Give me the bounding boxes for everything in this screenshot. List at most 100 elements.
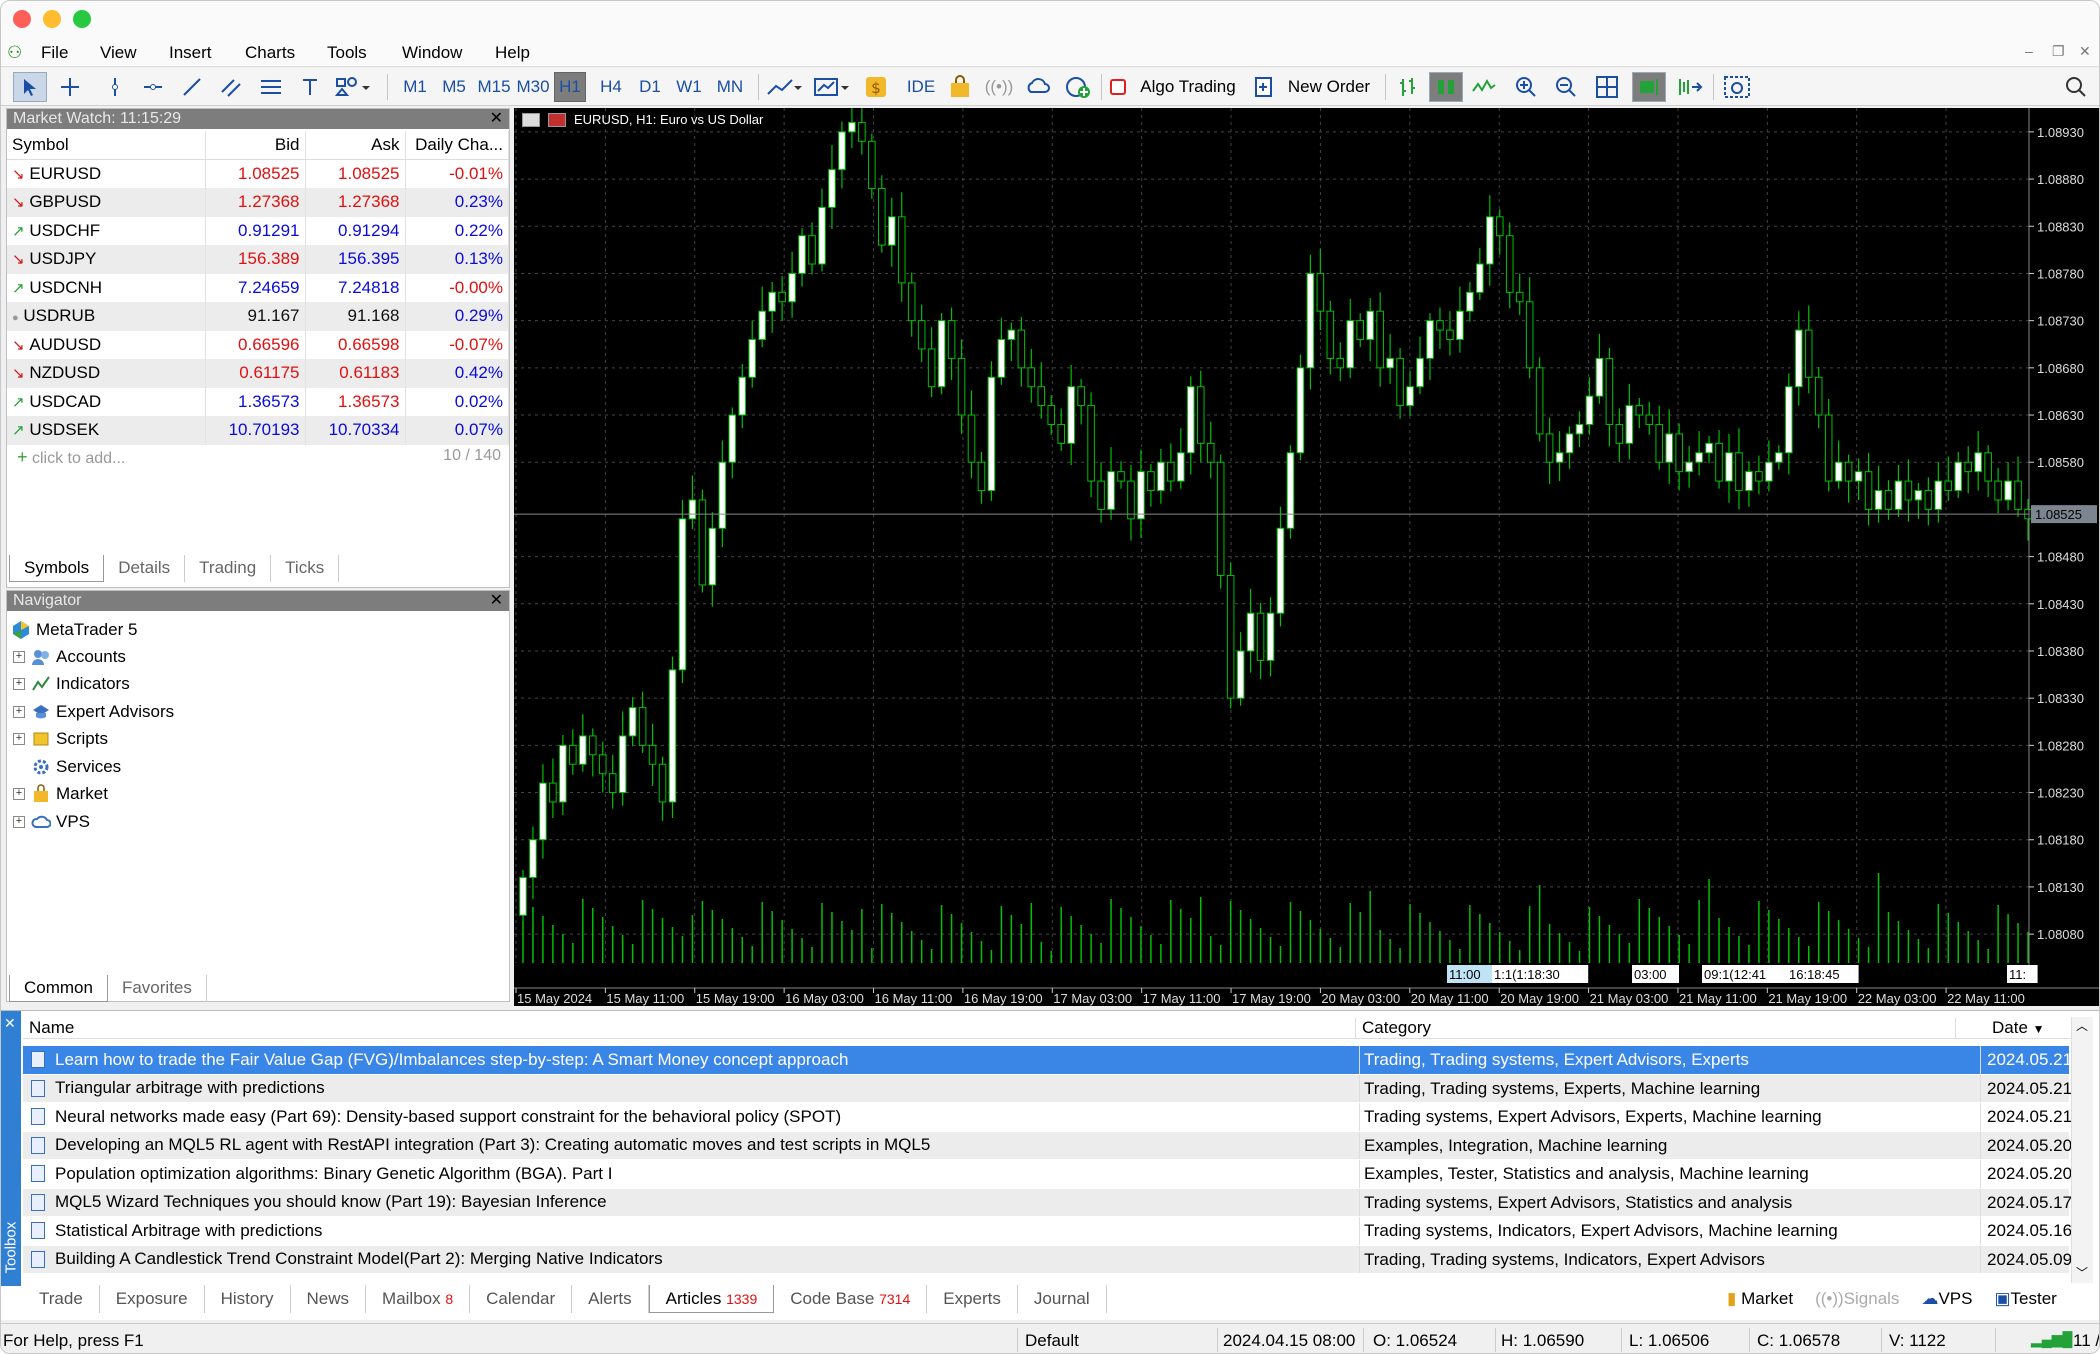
add-globe-icon[interactable] xyxy=(1063,72,1093,102)
price-chart[interactable]: 1.08930 1.08880 1.08830 1.08780 1.08730 1.086… xyxy=(514,100,2100,1006)
indicators-menu-icon[interactable] xyxy=(811,72,853,102)
algo-trading-stop-icon[interactable] xyxy=(1109,72,1127,102)
col-name[interactable]: Name xyxy=(29,1018,74,1038)
nav-item-accounts[interactable]: + Accounts xyxy=(13,643,126,670)
nav-item-expert-advisors[interactable]: + Expert Advisors xyxy=(13,698,174,725)
tab-trade[interactable]: Trade xyxy=(23,1285,100,1313)
article-row[interactable]: Learn how to trade the Fair Value Gap (F… xyxy=(23,1046,2071,1075)
close-icon[interactable]: ✕ xyxy=(490,591,503,611)
market-watch-row[interactable]: ↘ AUDUSD 0.66596 0.66598 -0.07% xyxy=(7,330,509,359)
tf-h1[interactable]: H1 xyxy=(554,72,586,102)
market-watch-row[interactable]: ↘ USDJPY 156.389 156.395 0.13% xyxy=(7,245,509,274)
article-row[interactable]: Population optimization algorithms: Bina… xyxy=(23,1160,2071,1189)
maximize-window-button[interactable] xyxy=(73,10,91,28)
col-daily-change[interactable]: Daily Cha... xyxy=(405,131,509,160)
chart-shift-icon[interactable] xyxy=(1673,72,1705,102)
article-row[interactable]: MQL5 Wizard Techniques you should know (… xyxy=(23,1188,2071,1217)
menu-window[interactable]: Window xyxy=(402,43,462,63)
menu-view[interactable]: View xyxy=(100,43,137,63)
vps-cloud-icon[interactable] xyxy=(1023,72,1053,102)
new-order-button[interactable]: New Order xyxy=(1281,72,1377,102)
expand-icon[interactable]: + xyxy=(13,733,25,745)
shapes-icon[interactable] xyxy=(333,72,375,102)
tab-common[interactable]: Common xyxy=(9,975,108,1002)
market-bag-icon[interactable] xyxy=(945,72,975,102)
articles-scrollbar[interactable]: ︿ ﹀ xyxy=(2071,1017,2093,1283)
tf-h4[interactable]: H4 xyxy=(594,72,628,102)
candlestick-icon[interactable] xyxy=(1429,72,1463,102)
nav-item-services[interactable]: Services xyxy=(13,753,121,780)
tab-details[interactable]: Details xyxy=(104,555,186,582)
new-order-icon[interactable] xyxy=(1253,72,1275,102)
close-icon[interactable]: ✕ xyxy=(2079,43,2091,60)
minimize-window-button[interactable] xyxy=(43,10,61,28)
tab-exposure[interactable]: Exposure xyxy=(100,1285,205,1313)
tab-code-base[interactable]: Code Base 7314 xyxy=(774,1285,928,1313)
tab-symbols[interactable]: Symbols xyxy=(9,555,105,582)
text-tool-icon[interactable] xyxy=(295,72,325,102)
expand-icon[interactable]: + xyxy=(13,678,25,690)
market-watch-row[interactable]: ↘ EURUSD 1.08525 1.08525 -0.01% xyxy=(7,159,509,188)
market-watch-row[interactable]: ↗ USDCHF 0.91291 0.91294 0.22% xyxy=(7,216,509,245)
tab-journal[interactable]: Journal xyxy=(1018,1285,1107,1313)
menu-charts[interactable]: Charts xyxy=(245,43,295,63)
nav-item-vps[interactable]: + VPS xyxy=(13,808,90,835)
horizontal-line-icon[interactable] xyxy=(138,72,168,102)
scroll-down-icon[interactable]: ﹀ xyxy=(2076,1264,2088,1281)
vertical-line-icon[interactable] xyxy=(100,72,130,102)
close-icon[interactable]: ✕ xyxy=(490,109,503,129)
expand-icon[interactable]: + xyxy=(13,788,25,800)
market-link[interactable]: ▮ Market xyxy=(1727,1289,1793,1309)
col-date[interactable]: Date ▼ xyxy=(1955,1018,2071,1038)
search-icon[interactable] xyxy=(2061,72,2091,102)
menu-file[interactable]: File xyxy=(41,43,68,63)
market-watch-row[interactable]: ● USDRUB 91.167 91.168 0.29% xyxy=(7,302,509,331)
col-bid[interactable]: Bid xyxy=(205,131,306,160)
minimize-icon[interactable]: – xyxy=(2025,43,2033,59)
chart-window[interactable]: 1.08930 1.08880 1.08830 1.08780 1.08730 1.086… xyxy=(514,100,2100,1006)
tile-windows-icon[interactable] xyxy=(1592,72,1622,102)
tab-experts[interactable]: Experts xyxy=(927,1285,1018,1313)
scroll-up-icon[interactable]: ︿ xyxy=(2076,1017,2088,1034)
close-icon[interactable]: ✕ xyxy=(4,1015,16,1032)
col-category[interactable]: Category xyxy=(1355,1018,1431,1038)
tab-history[interactable]: History xyxy=(205,1285,291,1313)
signals-link[interactable]: ((•))Signals xyxy=(1815,1289,1899,1309)
tf-d1[interactable]: D1 xyxy=(633,72,667,102)
restore-icon[interactable]: ❐ xyxy=(2052,43,2065,60)
close-window-button[interactable] xyxy=(13,10,31,28)
bar-chart-icon[interactable] xyxy=(1393,72,1423,102)
tab-calendar[interactable]: Calendar xyxy=(470,1285,573,1313)
tf-m1[interactable]: M1 xyxy=(398,72,432,102)
tab-mailbox[interactable]: Mailbox 8 xyxy=(366,1285,471,1313)
one-click-trading-icon[interactable] xyxy=(548,112,566,127)
chart-type-icon[interactable] xyxy=(765,72,805,102)
channel-icon[interactable] xyxy=(216,72,246,102)
market-watch-row[interactable]: ↘ GBPUSD 1.27368 1.27368 0.23% xyxy=(7,188,509,217)
expand-icon[interactable]: + xyxy=(13,815,25,828)
article-row[interactable]: Neural networks made easy (Part 69): Den… xyxy=(23,1103,2071,1132)
market-watch-row[interactable]: ↘ NZDUSD 0.61175 0.61183 0.42% xyxy=(7,359,509,388)
nav-item-scripts[interactable]: + Scripts xyxy=(13,726,108,753)
expand-icon[interactable]: + xyxy=(13,705,25,718)
article-row[interactable]: Building A Candlestick Trend Constraint … xyxy=(23,1245,2071,1274)
tab-favorites[interactable]: Favorites xyxy=(108,975,207,1002)
crosshair-icon[interactable] xyxy=(53,72,87,102)
tf-w1[interactable]: W1 xyxy=(672,72,706,102)
menu-insert[interactable]: Insert xyxy=(169,43,212,63)
screenshot-icon[interactable] xyxy=(1721,72,1753,102)
market-watch-row[interactable]: ↗ USDCAD 1.36573 1.36573 0.02% xyxy=(7,387,509,416)
status-connection[interactable]: 11 / xyxy=(2073,1331,2099,1351)
tf-m5[interactable]: M5 xyxy=(437,72,471,102)
fibonacci-icon[interactable] xyxy=(256,72,286,102)
zoom-in-icon[interactable] xyxy=(1511,72,1541,102)
status-profile[interactable]: Default xyxy=(1025,1331,1079,1351)
vps-link[interactable]: ☁VPS xyxy=(1921,1289,1972,1309)
tab-alerts[interactable]: Alerts xyxy=(572,1285,649,1313)
algo-trading-button[interactable]: Algo Trading xyxy=(1133,72,1243,102)
nav-item-market[interactable]: + Market xyxy=(13,781,108,808)
tab-ticks[interactable]: Ticks xyxy=(271,555,340,582)
tf-mn[interactable]: MN xyxy=(711,72,749,102)
expand-icon[interactable]: + xyxy=(13,650,25,663)
signals-icon[interactable]: ((•)) xyxy=(983,72,1015,102)
